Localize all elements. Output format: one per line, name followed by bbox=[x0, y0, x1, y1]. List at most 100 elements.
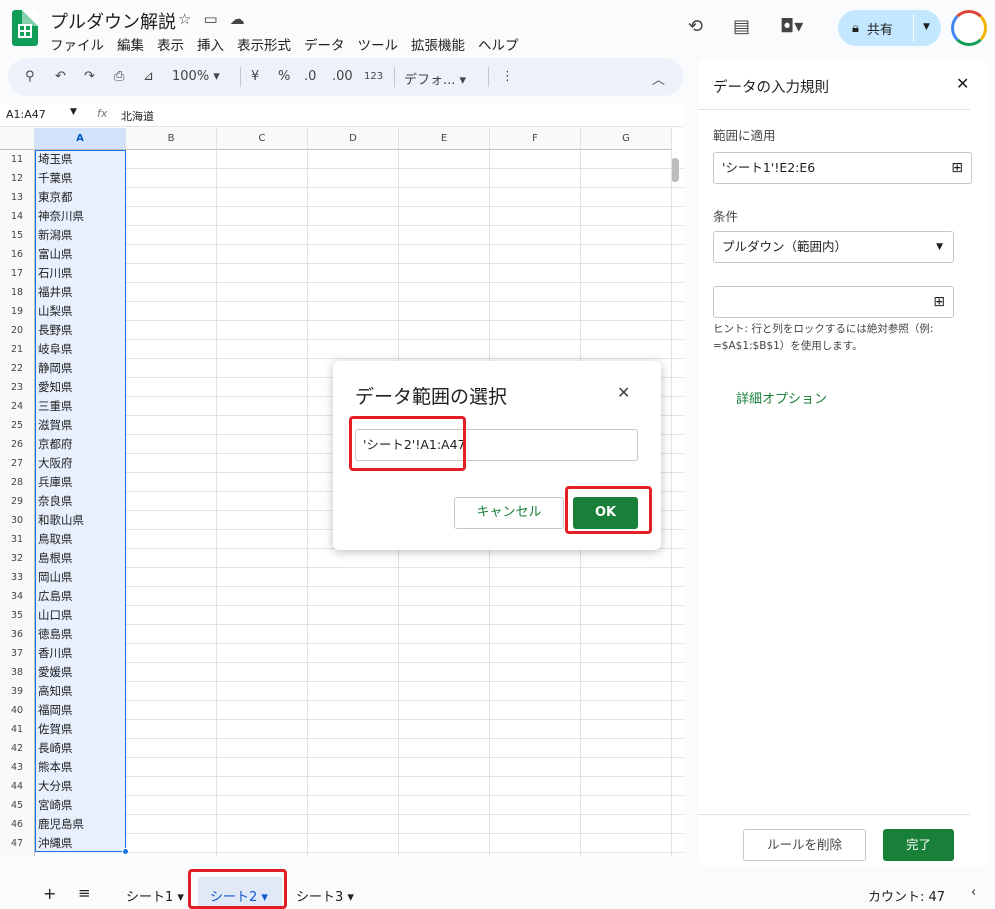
cell-a[interactable]: 長野県 bbox=[35, 321, 126, 340]
cell-a[interactable]: 福岡県 bbox=[35, 701, 126, 720]
star-icon[interactable]: ☆ bbox=[178, 10, 191, 28]
cell-a[interactable]: 神奈川県 bbox=[35, 207, 126, 226]
cell-a[interactable]: 鳥取県 bbox=[35, 530, 126, 549]
undo-icon[interactable]: ↶ bbox=[55, 69, 66, 84]
row-number[interactable]: 26 bbox=[0, 435, 35, 454]
cell-a[interactable]: 奈良県 bbox=[35, 492, 126, 511]
row-number[interactable]: 43 bbox=[0, 758, 35, 777]
row-number[interactable]: 33 bbox=[0, 568, 35, 587]
cell-a[interactable]: 石川県 bbox=[35, 264, 126, 283]
cloud-status-icon[interactable]: ☁ bbox=[230, 10, 245, 28]
cell-a[interactable]: 徳島県 bbox=[35, 625, 126, 644]
cancel-button[interactable]: キャンセル bbox=[454, 497, 564, 529]
menu-item[interactable]: ファイル bbox=[50, 34, 104, 54]
cell-a[interactable]: 熊本県 bbox=[35, 758, 126, 777]
cell-a[interactable]: 広島県 bbox=[35, 587, 126, 606]
dialog-close-icon[interactable]: ✕ bbox=[617, 383, 630, 402]
cell-a[interactable]: 大分県 bbox=[35, 777, 126, 796]
row-number[interactable]: 15 bbox=[0, 226, 35, 245]
name-box-dropdown-icon[interactable]: ▼ bbox=[70, 107, 77, 117]
row-number[interactable]: 34 bbox=[0, 587, 35, 606]
column-header[interactable]: G bbox=[581, 128, 672, 150]
all-sheets-icon[interactable]: ≡ bbox=[78, 884, 91, 902]
currency-format[interactable]: ¥ bbox=[251, 69, 259, 84]
row-number[interactable]: 36 bbox=[0, 625, 35, 644]
cell-a[interactable]: 富山県 bbox=[35, 245, 126, 264]
collapse-panel-icon[interactable]: ‹ bbox=[971, 885, 976, 900]
row-number[interactable]: 41 bbox=[0, 720, 35, 739]
row-number[interactable]: 30 bbox=[0, 511, 35, 530]
row-number[interactable]: 11 bbox=[0, 150, 35, 169]
cell-a[interactable]: 千葉県 bbox=[35, 169, 126, 188]
formula-input[interactable]: 北海道 bbox=[121, 108, 154, 124]
cell-a[interactable]: 愛知県 bbox=[35, 378, 126, 397]
row-number[interactable]: 17 bbox=[0, 264, 35, 283]
menu-item[interactable]: 挿入 bbox=[197, 34, 224, 54]
done-button[interactable]: 完了 bbox=[883, 829, 954, 861]
row-number[interactable]: 46 bbox=[0, 815, 35, 834]
redo-icon[interactable]: ↷ bbox=[84, 69, 95, 84]
close-icon[interactable]: ✕ bbox=[956, 74, 969, 93]
paint-format-icon[interactable]: ⊿ bbox=[143, 69, 154, 84]
decrease-decimal[interactable]: .0 bbox=[304, 69, 316, 84]
row-number[interactable]: 16 bbox=[0, 245, 35, 264]
cell-a[interactable]: 東京都 bbox=[35, 188, 126, 207]
cell-a[interactable]: 佐賀県 bbox=[35, 720, 126, 739]
menu-item[interactable]: 表示 bbox=[157, 34, 184, 54]
row-number[interactable]: 42 bbox=[0, 739, 35, 758]
tab-sheet1[interactable]: シート1 ▾ bbox=[126, 886, 184, 905]
row-number[interactable]: 48 bbox=[0, 853, 35, 856]
menu-item[interactable]: 編集 bbox=[117, 34, 144, 54]
increase-decimal[interactable]: .00 bbox=[332, 69, 353, 84]
row-number[interactable]: 20 bbox=[0, 321, 35, 340]
column-header[interactable]: D bbox=[308, 128, 399, 150]
cell-a[interactable]: 山口県 bbox=[35, 606, 126, 625]
cell-a[interactable]: 高知県 bbox=[35, 682, 126, 701]
avatar[interactable] bbox=[951, 10, 987, 46]
column-header[interactable]: A bbox=[35, 128, 126, 150]
cell-a[interactable]: 兵庫県 bbox=[35, 473, 126, 492]
row-number[interactable]: 39 bbox=[0, 682, 35, 701]
delete-rule-button[interactable]: ルールを削除 bbox=[743, 829, 866, 861]
cell-a[interactable]: 京都府 bbox=[35, 435, 126, 454]
percent-format[interactable]: % bbox=[278, 69, 290, 84]
column-header[interactable]: E bbox=[399, 128, 490, 150]
column-header[interactable]: F bbox=[490, 128, 581, 150]
row-number[interactable]: 28 bbox=[0, 473, 35, 492]
cell-a[interactable]: 長崎県 bbox=[35, 739, 126, 758]
row-number[interactable]: 18 bbox=[0, 283, 35, 302]
row-number[interactable]: 44 bbox=[0, 777, 35, 796]
cell-a[interactable]: 香川県 bbox=[35, 644, 126, 663]
row-number[interactable]: 12 bbox=[0, 169, 35, 188]
fill-handle[interactable] bbox=[122, 848, 129, 855]
collapse-toolbar-icon[interactable]: ︿ bbox=[652, 69, 665, 88]
cell-a[interactable]: 滋賀県 bbox=[35, 416, 126, 435]
cell-a[interactable]: 岐阜県 bbox=[35, 340, 126, 359]
row-number[interactable]: 14 bbox=[0, 207, 35, 226]
doc-title[interactable]: プルダウン解説 bbox=[50, 8, 176, 34]
cell-a[interactable]: 島根県 bbox=[35, 549, 126, 568]
row-number[interactable]: 23 bbox=[0, 378, 35, 397]
row-number[interactable]: 37 bbox=[0, 644, 35, 663]
more-formats[interactable]: 123 bbox=[364, 71, 383, 82]
cell-a[interactable]: 新潟県 bbox=[35, 226, 126, 245]
row-number[interactable]: 47 bbox=[0, 834, 35, 853]
row-number[interactable]: 27 bbox=[0, 454, 35, 473]
range-input[interactable]: ⊞ bbox=[713, 286, 954, 318]
tab-sheet3[interactable]: シート3 ▾ bbox=[296, 886, 354, 905]
cell-a[interactable]: 三重県 bbox=[35, 397, 126, 416]
cell-a[interactable]: 和歌山県 bbox=[35, 511, 126, 530]
row-number[interactable]: 29 bbox=[0, 492, 35, 511]
column-header[interactable]: C bbox=[217, 128, 308, 150]
row-number[interactable]: 40 bbox=[0, 701, 35, 720]
row-number[interactable]: 35 bbox=[0, 606, 35, 625]
status-count[interactable]: カウント: 47 bbox=[868, 886, 945, 905]
cell-a[interactable]: 鹿児島県 bbox=[35, 815, 126, 834]
share-button[interactable]: 🔒︎ 共有 ▼ bbox=[838, 10, 941, 46]
row-number[interactable]: 31 bbox=[0, 530, 35, 549]
row-number[interactable]: 13 bbox=[0, 188, 35, 207]
comment-icon[interactable]: ▤ bbox=[733, 16, 750, 37]
vertical-scrollbar[interactable] bbox=[671, 158, 679, 182]
cell-a[interactable]: 愛媛県 bbox=[35, 663, 126, 682]
menu-item[interactable]: 拡張機能 bbox=[411, 34, 465, 54]
